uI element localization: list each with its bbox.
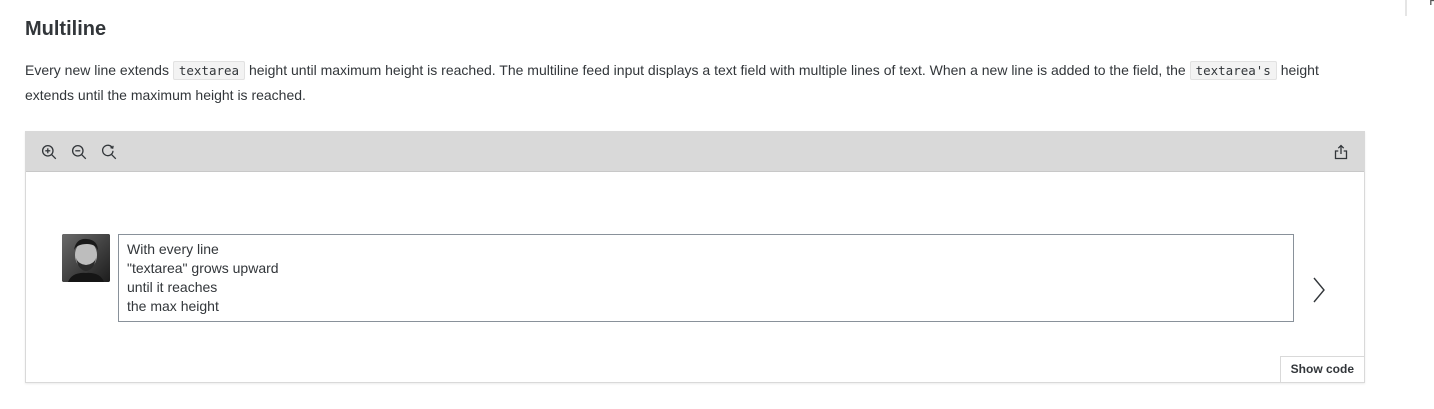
inline-code-textarea: textarea bbox=[172, 61, 246, 80]
show-code-button[interactable]: Show code bbox=[1279, 356, 1365, 383]
reset-zoom-icon bbox=[102, 144, 117, 160]
zoom-out-button[interactable] bbox=[70, 143, 88, 161]
section-description: Every new line extends textarea height u… bbox=[25, 58, 1370, 107]
zoom-out-icon bbox=[71, 144, 87, 160]
zoom-in-button[interactable] bbox=[40, 143, 58, 161]
user-avatar bbox=[62, 234, 110, 282]
zoom-in-icon bbox=[41, 144, 57, 160]
example-panel: With every line "textarea" grows upward … bbox=[25, 131, 1365, 383]
avatar-portrait bbox=[62, 234, 110, 282]
description-text-1: Every new line extends bbox=[25, 62, 173, 78]
example-toolbar bbox=[26, 132, 1364, 172]
reset-zoom-button[interactable] bbox=[100, 143, 118, 161]
share-button[interactable] bbox=[1332, 143, 1350, 161]
feed-textarea[interactable]: With every line "textarea" grows upward … bbox=[118, 234, 1294, 322]
post-button[interactable] bbox=[1309, 275, 1329, 305]
section-title: Multiline bbox=[25, 18, 107, 40]
right-edge-divider bbox=[1405, 0, 1407, 16]
share-icon bbox=[1334, 144, 1348, 160]
right-edge-letter: F bbox=[1429, 0, 1434, 8]
chevron-right-icon bbox=[1313, 277, 1325, 303]
description-text-2: height until maximum height is reached. … bbox=[245, 62, 1190, 78]
inline-code-textareas: textarea's bbox=[1189, 61, 1277, 80]
